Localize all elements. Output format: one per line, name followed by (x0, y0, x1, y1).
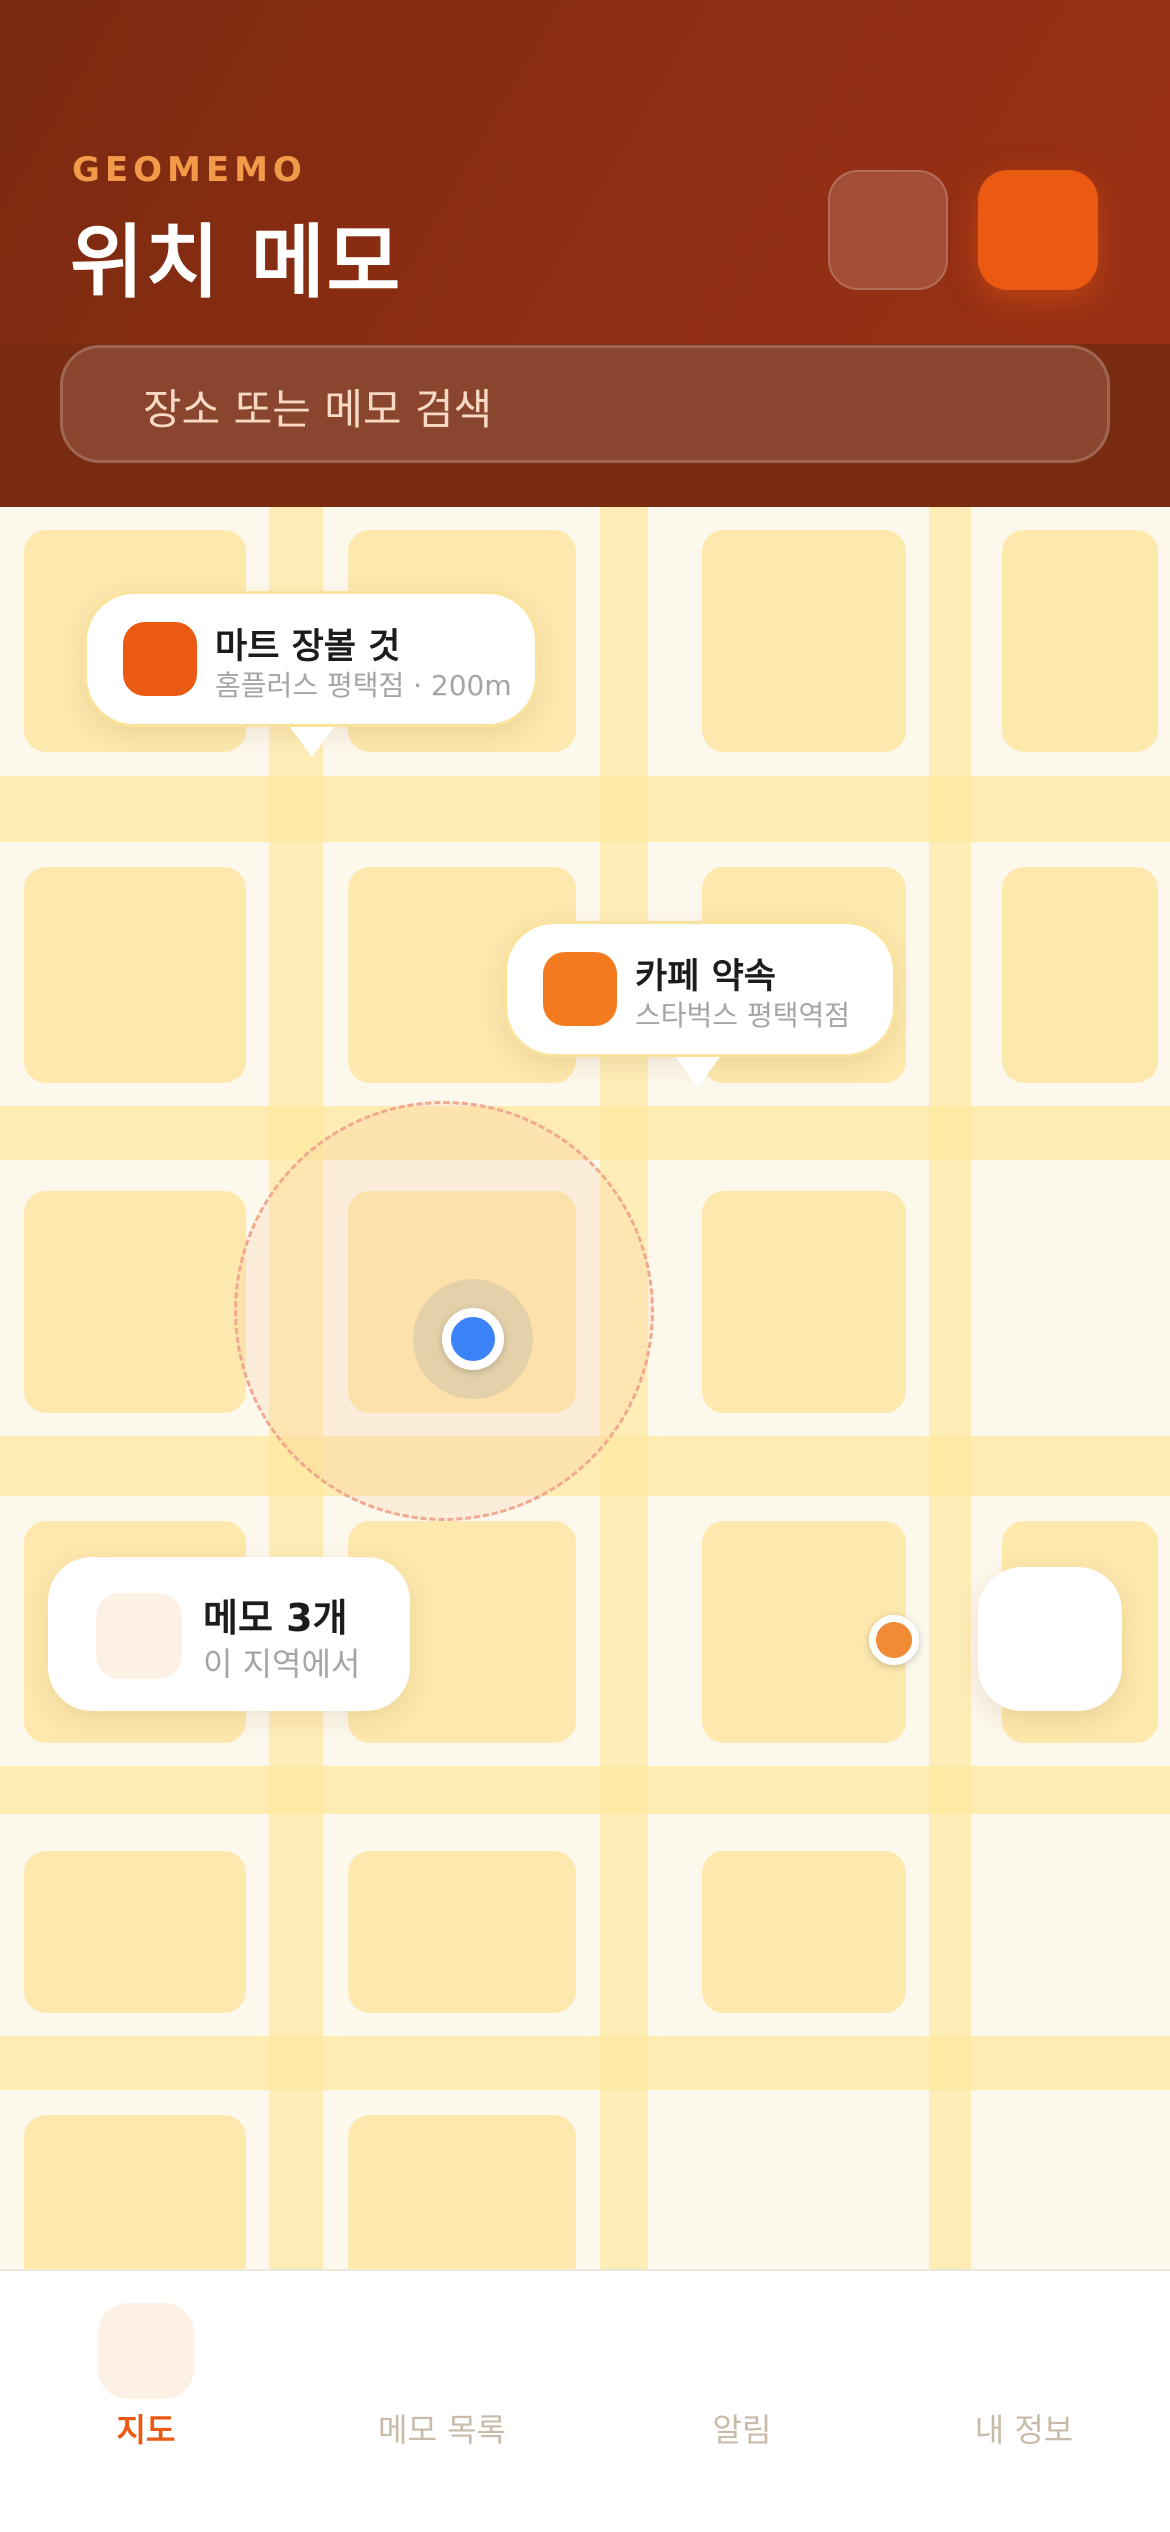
tab-profile[interactable]: 내 정보 (878, 2271, 1170, 2532)
map-block (24, 2115, 246, 2269)
cart-icon (123, 622, 197, 696)
search-placeholder: 장소 또는 메모 검색 (143, 385, 493, 434)
bubble-tail (676, 1057, 720, 1087)
profile-icon (976, 2303, 1072, 2399)
memo-count-icon (96, 1593, 182, 1679)
map-block (24, 1851, 246, 2013)
memo-title: 카페 약속 (635, 957, 776, 997)
bubble-tail (290, 727, 334, 757)
brand-label: GEOMEMO (72, 150, 307, 190)
map-block (24, 867, 246, 1083)
user-location-marker (442, 1308, 504, 1370)
tab-label: 내 정보 (974, 2411, 1074, 2449)
map-road (0, 776, 1170, 842)
filter-button[interactable] (828, 170, 948, 290)
memo-bubble[interactable]: 마트 장볼 것 홈플러스 평택점 · 200m (84, 591, 538, 727)
tab-label: 알림 (712, 2411, 772, 2449)
map-block (702, 1851, 906, 2013)
memo-location: 스타벅스 평택역점 (635, 999, 850, 1032)
bell-icon (694, 2303, 790, 2399)
map-road (0, 1106, 1170, 1160)
tab-label: 메모 목록 (378, 2411, 506, 2449)
tab-notifications[interactable]: 알림 (596, 2271, 888, 2532)
tab-map[interactable]: 지도 (0, 2271, 292, 2532)
map-block (348, 2115, 576, 2269)
my-location-button[interactable] (978, 1567, 1122, 1711)
map-block (1002, 530, 1158, 752)
map-block (702, 530, 906, 752)
tab-memo-list[interactable]: 메모 목록 (296, 2271, 588, 2532)
map-road (929, 507, 971, 2269)
map-block (24, 1191, 246, 1413)
memo-bubble[interactable]: 카페 약속 스타벅스 평택역점 (504, 921, 896, 1057)
memo-pin-marker[interactable] (869, 1615, 919, 1665)
map-road (0, 1766, 1170, 1814)
list-icon (394, 2303, 490, 2399)
memo-count-subtitle: 이 지역에서 (203, 1645, 361, 1683)
add-memo-button[interactable] (978, 170, 1098, 290)
map-block (702, 1191, 906, 1413)
memo-count-title: 메모 3개 (203, 1596, 348, 1640)
bottom-tab-bar: 지도 메모 목록 알림 내 정보 (0, 2269, 1170, 2532)
map-block (1002, 867, 1158, 1083)
map-view[interactable]: 마트 장볼 것 홈플러스 평택점 · 200m 카페 약속 스타벅스 평택역점 (0, 507, 1170, 2269)
memo-location: 홈플러스 평택점 · 200m (215, 669, 512, 702)
coffee-icon (543, 952, 617, 1026)
memo-count-card[interactable]: 메모 3개 이 지역에서 (48, 1557, 410, 1711)
tab-label: 지도 (116, 2411, 176, 2449)
map-block (348, 1851, 576, 2013)
memo-title: 마트 장볼 것 (215, 627, 401, 667)
page-title: 위치 메모 (70, 216, 403, 309)
app-header: GEOMEMO 위치 메모 장소 또는 메모 검색 (0, 0, 1170, 507)
search-input[interactable]: 장소 또는 메모 검색 (60, 345, 1110, 463)
map-road (0, 2036, 1170, 2090)
map-icon (98, 2303, 194, 2399)
